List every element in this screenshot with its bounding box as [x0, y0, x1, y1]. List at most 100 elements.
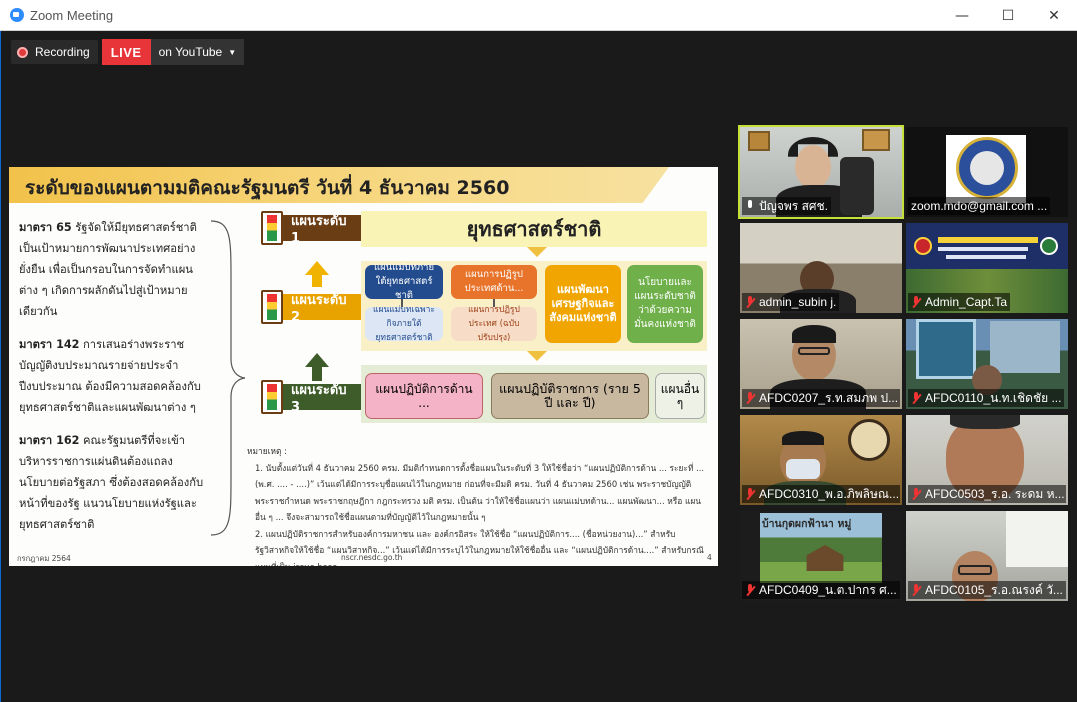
participant-tile[interactable]: ปัญจพร สศช. — [738, 125, 904, 219]
note-item: 1. นับตั้งแต่วันที่ 4 ธันวาคม 2560 ครม. … — [255, 462, 705, 523]
poster-board — [990, 321, 1060, 373]
link-connector — [493, 299, 495, 307]
wall-board — [1006, 511, 1068, 567]
banner-text-line — [946, 255, 1026, 259]
section-lead: มาตรา 142 — [19, 338, 80, 351]
up-arrow-icon — [305, 261, 329, 275]
emblem-icon — [1040, 237, 1058, 255]
recording-indicator[interactable]: Recording — [11, 40, 98, 64]
section-paragraph: มาตรา 142 การเสนอร่างพระราชบัญญัติงบประม… — [19, 334, 207, 418]
participant-tile[interactable]: AFDC0110_น.ท.เชิดชัย ... — [906, 319, 1068, 409]
participant-name: AFDC0110_น.ท.เชิดชัย ... — [908, 389, 1065, 407]
mic-muted-icon — [745, 296, 755, 308]
government-action-plan-box: แผนปฏิบัติราชการ (ราย 5 ปี และ ปี) — [491, 373, 649, 419]
participant-name: Admin_Capt.Ta — [908, 293, 1011, 311]
book-icon — [261, 211, 283, 245]
link-connector — [401, 299, 403, 307]
mic-muted-icon — [911, 488, 921, 500]
section-paragraph: มาตรา 162 คณะรัฐมนตรีที่จะเข้าบริหารราชก… — [19, 430, 207, 535]
stream-target-label: on YouTube — [158, 45, 223, 59]
participant-tile[interactable]: AFDC0207_ร.ท.สมภพ ป... — [740, 319, 902, 409]
wall-frame — [862, 129, 890, 151]
maximize-button[interactable]: ☐ — [985, 0, 1031, 31]
mic-muted-icon — [745, 392, 755, 404]
security-policy-box: นโยบายและแผนระดับชาติว่าด้วยความมั่นคงแห… — [627, 265, 703, 343]
plan-level-2: แผนระดับ 2 — [261, 290, 363, 325]
participant-name: AFDC0105_ร.อ.ณรงค์ วั... — [908, 581, 1066, 599]
constitution-sections: มาตรา 65 รัฐจัดให้มียุทธศาสตร์ชาติเป็นเป… — [19, 217, 207, 547]
banner-text-line — [938, 237, 1038, 243]
economic-social-plan-box: แผนพัฒนาเศรษฐกิจและสังคมแห่งชาติ — [545, 265, 621, 343]
up-arrow-stem — [312, 275, 322, 287]
section-lead: มาตรา 65 — [19, 221, 72, 234]
footer-website: nscr.nesdc.go.th — [341, 553, 403, 562]
level-3-label: แผนระดับ 3 — [283, 383, 363, 415]
master-plan-box: แผนแม่บทภายใต้ยุทธศาสตร์ชาติ — [365, 262, 443, 301]
person-hair — [782, 431, 824, 445]
revised-reform-plan-box: แผนการปฏิรูปประเทศ (ฉบับปรับปรุง) — [451, 305, 537, 343]
up-arrow-icon — [305, 353, 329, 367]
slide-notes: หมายเหตุ : 1. นับตั้งแต่วันที่ 4 ธันวาคม… — [247, 443, 707, 566]
wall-frame — [748, 131, 770, 151]
mic-muted-icon — [911, 296, 921, 308]
window-titlebar: Zoom Meeting — ☐ ✕ — [0, 0, 1077, 31]
mic-muted-icon — [745, 584, 755, 596]
record-dot-icon — [17, 46, 28, 58]
live-badge: LIVE — [101, 39, 151, 65]
minimize-button[interactable]: — — [939, 0, 985, 31]
mic-on-icon — [745, 200, 755, 212]
curly-brace-icon — [210, 220, 246, 536]
shared-screen-slide: ระดับของแผนตามมติคณะรัฐมนตรี วันที่ 4 ธั… — [9, 167, 718, 566]
down-arrow-icon — [527, 247, 547, 257]
recording-status-bar: Recording LIVE on YouTube ▼ — [11, 39, 245, 65]
notes-heading: หมายเหตุ : — [247, 446, 287, 456]
section-text: รัฐจัดให้มียุทธศาสตร์ชาติเป็นเป้าหมายการ… — [19, 221, 197, 318]
poster-board — [916, 319, 976, 379]
slide-title: ระดับของแผนตามมติคณะรัฐมนตรี วันที่ 4 ธั… — [25, 177, 510, 199]
eyeglasses — [958, 565, 992, 575]
slide-footer: กรกฎาคม 2564 nscr.nesdc.go.th 4 — [9, 550, 718, 566]
participant-tile[interactable]: zoom.mdo@gmail.com ... — [906, 127, 1068, 217]
book-icon — [261, 290, 283, 324]
mic-muted-icon — [745, 488, 755, 500]
person-hair — [950, 415, 1020, 429]
special-master-plan-box: แผนแม่บทเฉพาะกิจภายใต้ยุทธศาสตร์ชาติ — [365, 305, 443, 343]
banner-text-line — [938, 247, 1028, 251]
wall-clock — [848, 419, 890, 461]
face-mask — [786, 459, 820, 479]
person-hair — [792, 325, 836, 343]
participant-tile[interactable]: AFDC0105_ร.อ.ณรงค์ วั... — [906, 511, 1068, 601]
down-arrow-icon — [527, 351, 547, 361]
participant-tile[interactable]: Admin_Capt.Ta — [906, 223, 1068, 313]
participant-tile[interactable]: AFDC0503_ร.อ. ระดม ห... — [906, 415, 1068, 505]
recording-label: Recording — [35, 45, 90, 59]
reform-plan-box: แผนการปฏิรูปประเทศด้าน... — [451, 265, 537, 299]
participant-name: admin_subin j. — [742, 293, 840, 311]
zoom-app-icon — [10, 8, 24, 22]
chair — [840, 157, 874, 215]
mic-muted-icon — [911, 584, 921, 596]
national-strategy-box: ยุทธศาสตร์ชาติ — [361, 211, 707, 247]
section-paragraph: มาตรา 65 รัฐจัดให้มียุทธศาสตร์ชาติเป็นเป… — [19, 217, 207, 322]
village-banner-text: บ้านกุดผกฟ้านา หมู่ — [762, 518, 852, 530]
mic-muted-icon — [911, 392, 921, 404]
livestream-target-menu[interactable]: on YouTube ▼ — [150, 39, 245, 65]
eyeglasses — [798, 347, 830, 355]
window-controls: — ☐ ✕ — [939, 0, 1077, 31]
section-lead: มาตรา 162 — [19, 434, 80, 447]
chevron-down-icon: ▼ — [228, 47, 237, 57]
participant-name: AFDC0409_น.ต.ปากร ศ... — [742, 581, 900, 599]
participant-name: zoom.mdo@gmail.com ... — [908, 197, 1051, 215]
participant-name: AFDC0503_ร.อ. ระดม ห... — [908, 485, 1066, 503]
level-2-label: แผนระดับ 2 — [283, 293, 363, 325]
person-head — [795, 145, 831, 189]
action-plan-box: แผนปฏิบัติการด้าน ... — [365, 373, 483, 419]
participant-tile[interactable]: AFDC0310_พ.อ.ภิพลิษณ... — [740, 415, 902, 505]
logo-emblem — [970, 151, 1004, 185]
other-plans-box: แผนอื่น ๆ — [655, 373, 705, 419]
close-button[interactable]: ✕ — [1031, 0, 1077, 31]
participant-tile[interactable]: บ้านกุดผกฟ้านา หมู่ AFDC0409_น.ต.ปากร ศ.… — [740, 511, 902, 601]
book-icon — [261, 380, 283, 414]
participant-tile[interactable]: admin_subin j. — [740, 223, 902, 313]
plan-level-1: แผนระดับ 1 — [261, 211, 363, 246]
